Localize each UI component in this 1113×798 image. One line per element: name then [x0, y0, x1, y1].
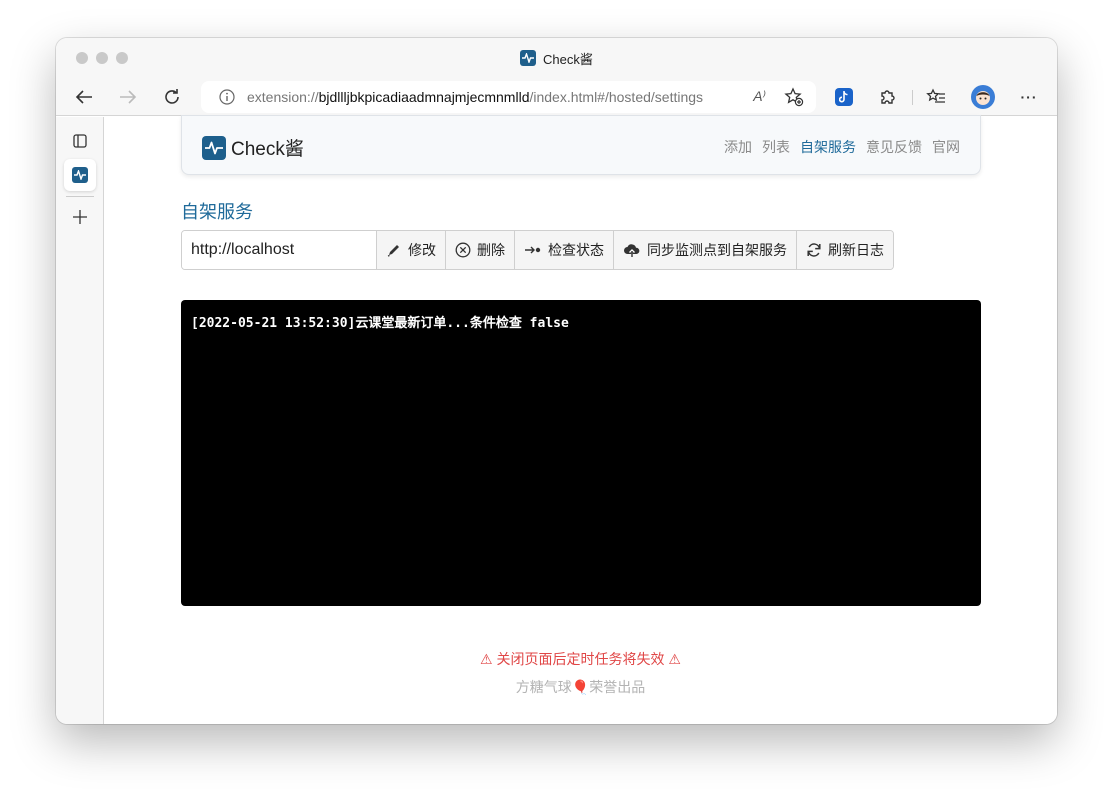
pulse-icon — [520, 50, 536, 66]
avatar — [971, 85, 995, 109]
new-tab-button[interactable] — [64, 201, 96, 233]
app-header: Check酱 添加 列表 自架服务 意见反馈 官网 — [181, 115, 981, 175]
footer-warning: ⚠ 关闭页面后定时任务将失效 ⚠ — [480, 651, 681, 667]
close-window-button[interactable] — [76, 52, 88, 64]
footer-credit: 方糖气球🎈荣誉出品 — [104, 677, 1057, 697]
log-line: [2022-05-21 13:52:30]云课堂最新订单...条件检查 fals… — [191, 316, 569, 331]
profile-button[interactable] — [969, 83, 997, 111]
edit-button[interactable]: 修改 — [376, 231, 445, 269]
nav-official-site[interactable]: 官网 — [932, 137, 960, 157]
browser-window: Check酱 extension://bjdllljbkpicadiaadmna… — [56, 38, 1057, 724]
arrow-right-icon — [120, 90, 137, 104]
address-bar[interactable]: extension://bjdllljbkpicadiaadmnajmjecmn… — [201, 81, 816, 113]
forward-button[interactable] — [114, 83, 142, 111]
reload-icon — [165, 89, 179, 104]
connect-arrow-icon — [525, 246, 541, 254]
toolbar-divider — [912, 90, 913, 105]
delete-button-label: 删除 — [477, 242, 505, 258]
brand-name: Check酱 — [231, 139, 304, 160]
more-menu-button[interactable]: ··· — [1015, 83, 1043, 111]
title-bar: Check酱 — [56, 38, 1057, 78]
refresh-log-button[interactable]: 刷新日志 — [796, 231, 893, 269]
back-button[interactable] — [70, 83, 98, 111]
add-favorite-icon[interactable] — [784, 87, 804, 112]
address-url[interactable]: extension://bjdllljbkpicadiaadmnajmjecmn… — [247, 89, 703, 105]
vertical-tab-sidebar — [56, 117, 104, 724]
window-title: Check酱 — [520, 49, 593, 67]
puzzle-icon — [881, 90, 895, 104]
brand[interactable]: Check酱 — [202, 134, 304, 161]
browser-toolbar: extension://bjdllljbkpicadiaadmnajmjecmn… — [56, 78, 1057, 116]
edit-button-label: 修改 — [408, 242, 436, 258]
nav-hosted-service[interactable]: 自架服务 — [800, 137, 856, 157]
tab-actions-icon — [73, 134, 87, 148]
nav-add[interactable]: 添加 — [724, 137, 752, 157]
url-scheme: extension:// — [247, 89, 319, 105]
url-path: /index.html#/hosted/settings — [529, 89, 704, 105]
balloon-icon: 🎈 — [571, 679, 590, 695]
hosted-server-controls: 修改 删除 检查状态 同步监测点到自架服务 刷新日志 — [181, 230, 894, 270]
server-url-input[interactable] — [182, 231, 376, 269]
pencil-icon — [387, 245, 399, 257]
cloud-upload-icon — [624, 244, 640, 257]
url-host: bjdllljbkpicadiaadmnajmjecmnmlld — [318, 89, 530, 105]
favorites-list-icon — [926, 88, 945, 103]
pulse-logo-icon — [202, 135, 226, 160]
zoom-window-button[interactable] — [116, 52, 128, 64]
page-title: 自架服务 — [181, 202, 253, 222]
page-content: Check酱 添加 列表 自架服务 意见反馈 官网 自架服务 修改 删除 — [104, 115, 1057, 724]
favorites-button[interactable] — [922, 83, 950, 111]
sidebar-tab-checkjiang[interactable] — [64, 159, 96, 191]
plus-icon — [73, 210, 87, 224]
tab-actions-button[interactable] — [64, 125, 96, 157]
check-status-button[interactable]: 检查状态 — [514, 231, 613, 269]
delete-circle-icon — [455, 242, 471, 258]
nav-feedback[interactable]: 意见反馈 — [866, 137, 922, 157]
credit-author: 方糖气球 — [515, 679, 572, 695]
refresh-icon — [807, 243, 821, 257]
nav-list[interactable]: 列表 — [762, 137, 790, 157]
refresh-log-button-label: 刷新日志 — [828, 242, 884, 258]
read-aloud-icon[interactable]: A⁾ — [753, 88, 766, 105]
delete-button[interactable]: 删除 — [445, 231, 514, 269]
check-status-button-label: 检查状态 — [548, 242, 604, 258]
sidebar-divider — [66, 196, 94, 197]
credit-suffix: 荣誉出品 — [589, 679, 646, 695]
reload-button[interactable] — [158, 83, 186, 111]
sync-monitors-button[interactable]: 同步监测点到自架服务 — [613, 231, 796, 269]
music-note-icon — [835, 88, 853, 106]
info-icon[interactable] — [209, 89, 245, 105]
pulse-icon — [72, 167, 88, 183]
tiktok-extension-button[interactable] — [830, 83, 858, 111]
minimize-window-button[interactable] — [96, 52, 108, 64]
arrow-left-icon — [75, 90, 92, 104]
sync-monitors-button-label: 同步监测点到自架服务 — [647, 242, 787, 258]
log-console: [2022-05-21 13:52:30]云课堂最新订单...条件检查 fals… — [181, 300, 981, 606]
main-nav: 添加 列表 自架服务 意见反馈 官网 — [724, 137, 960, 157]
extensions-button[interactable] — [874, 83, 902, 111]
window-title-text: Check酱 — [543, 51, 593, 67]
